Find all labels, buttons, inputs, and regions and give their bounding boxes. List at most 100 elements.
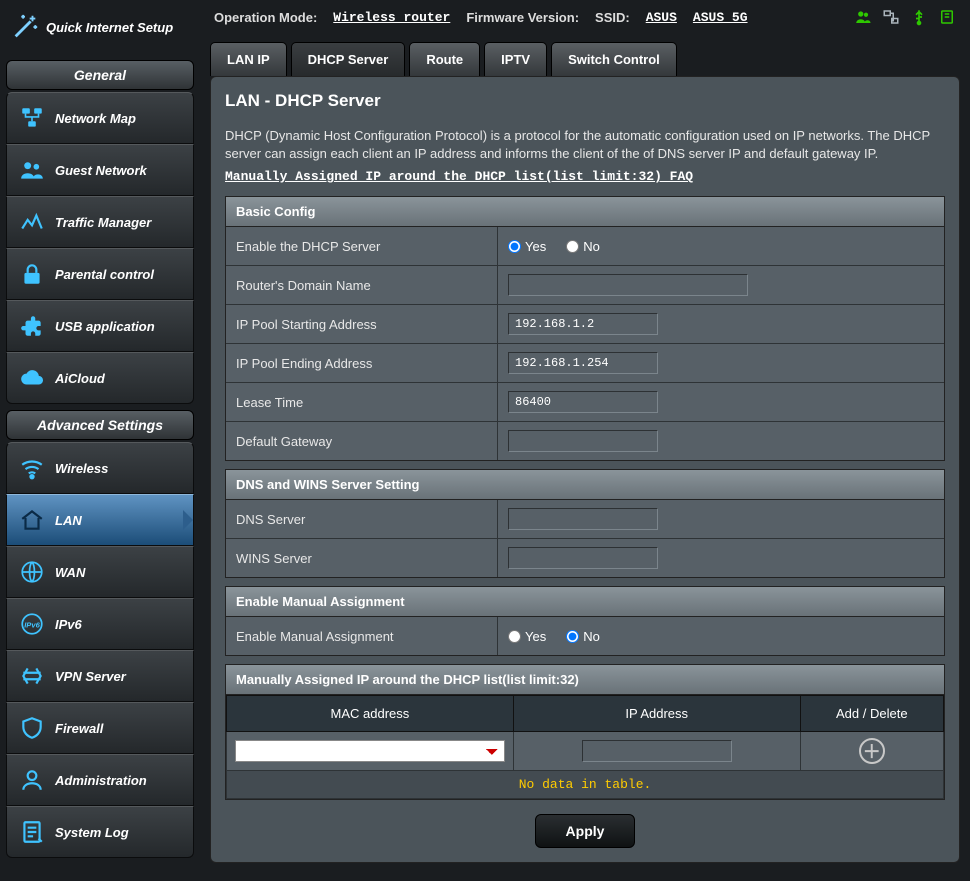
sidebar-item-lan[interactable]: LAN xyxy=(6,494,194,546)
tab-route[interactable]: Route xyxy=(409,42,480,76)
sidebar-item-guest-network[interactable]: Guest Network xyxy=(6,144,194,196)
sidebar-item-firewall[interactable]: Firewall xyxy=(6,702,194,754)
admin-icon xyxy=(19,767,45,793)
label-pool-end: IP Pool Ending Address xyxy=(226,344,498,382)
sidebar-section-general: General xyxy=(6,60,194,90)
sidebar-item-label: Network Map xyxy=(55,111,136,126)
network-map-icon xyxy=(19,105,45,131)
sidebar-item-system-log[interactable]: System Log xyxy=(6,806,194,858)
col-ip: IP Address xyxy=(513,696,800,732)
clients-icon[interactable] xyxy=(854,8,872,26)
cloud-icon xyxy=(19,365,45,391)
radio-enable-dhcp-yes[interactable] xyxy=(508,240,521,253)
section-basic-config: Basic Config Enable the DHCP Server Yes … xyxy=(225,196,945,461)
input-wins-server[interactable] xyxy=(508,547,658,569)
label-lease-time: Lease Time xyxy=(226,383,498,421)
sidebar-item-administration[interactable]: Administration xyxy=(6,754,194,806)
vpn-icon xyxy=(19,663,45,689)
sidebar-item-label: LAN xyxy=(55,513,82,528)
usb-icon[interactable] xyxy=(910,8,928,26)
radio-enable-dhcp-no[interactable] xyxy=(566,240,579,253)
label-enable-manual: Enable Manual Assignment xyxy=(226,617,498,655)
shield-icon xyxy=(19,715,45,741)
section-title-basic: Basic Config xyxy=(226,197,944,227)
ssid-label: SSID: xyxy=(595,10,630,25)
sidebar-item-label: IPv6 xyxy=(55,617,82,632)
ssid-24-value[interactable]: ASUS xyxy=(646,10,677,25)
opmode-label: Operation Mode: xyxy=(214,10,317,25)
sidebar-item-vpn-server[interactable]: VPN Server xyxy=(6,650,194,702)
sidebar-item-label: Administration xyxy=(55,773,147,788)
ipv6-icon: IPv6 xyxy=(19,611,45,637)
lock-icon xyxy=(19,261,45,287)
label-pool-start: IP Pool Starting Address xyxy=(226,305,498,343)
svg-text:IPv6: IPv6 xyxy=(24,620,40,629)
nat-icon[interactable] xyxy=(882,8,900,26)
add-entry-button[interactable]: ＋ xyxy=(859,738,885,764)
guest-network-icon xyxy=(19,157,45,183)
input-dns-server[interactable] xyxy=(508,508,658,530)
tab-iptv[interactable]: IPTV xyxy=(484,42,547,76)
opmode-value[interactable]: Wireless router xyxy=(333,10,450,25)
ssid-5g-value[interactable]: ASUS_5G xyxy=(693,10,748,25)
quick-setup-label: Quick Internet Setup xyxy=(46,20,173,35)
page-description: DHCP (Dynamic Host Configuration Protoco… xyxy=(225,127,945,163)
input-pool-start[interactable] xyxy=(508,313,658,335)
sidebar-item-aicloud[interactable]: AiCloud xyxy=(6,352,194,404)
sidebar-item-label: System Log xyxy=(55,825,129,840)
device-icon[interactable] xyxy=(938,8,956,26)
sidebar-item-label: Traffic Manager xyxy=(55,215,151,230)
apply-button[interactable]: Apply xyxy=(535,814,636,848)
home-icon xyxy=(19,507,45,533)
faq-link[interactable]: Manually Assigned IP around the DHCP lis… xyxy=(225,169,693,184)
input-pool-end[interactable] xyxy=(508,352,658,374)
top-info-bar: Operation Mode: Wireless router Firmware… xyxy=(200,0,970,34)
wifi-icon xyxy=(19,455,45,481)
section-title-manual: Enable Manual Assignment xyxy=(226,587,944,617)
label-wins-server: WINS Server xyxy=(226,539,498,577)
table-empty-message: No data in table. xyxy=(227,771,944,799)
radio-enable-manual-yes[interactable] xyxy=(508,630,521,643)
section-title-dnswins: DNS and WINS Server Setting xyxy=(226,470,944,500)
tab-lan-ip[interactable]: LAN IP xyxy=(210,42,287,76)
input-ip-address[interactable] xyxy=(582,740,732,762)
wand-icon xyxy=(10,12,40,42)
input-lease-time[interactable] xyxy=(508,391,658,413)
content-panel: LAN - DHCP Server DHCP (Dynamic Host Con… xyxy=(210,76,960,863)
sidebar-item-label: USB application xyxy=(55,319,155,334)
sidebar-item-wan[interactable]: WAN xyxy=(6,546,194,598)
section-dns-wins: DNS and WINS Server Setting DNS Server W… xyxy=(225,469,945,578)
section-assign-table: Manually Assigned IP around the DHCP lis… xyxy=(225,664,945,800)
select-mac-address[interactable] xyxy=(235,740,505,762)
quick-internet-setup[interactable]: Quick Internet Setup xyxy=(0,0,200,54)
puzzle-icon xyxy=(19,313,45,339)
globe-icon xyxy=(19,559,45,585)
radio-enable-manual-no[interactable] xyxy=(566,630,579,643)
sidebar-item-label: Firewall xyxy=(55,721,103,736)
sidebar-item-label: VPN Server xyxy=(55,669,126,684)
sidebar-item-label: Parental control xyxy=(55,267,154,282)
input-default-gateway[interactable] xyxy=(508,430,658,452)
sidebar-item-usb-application[interactable]: USB application xyxy=(6,300,194,352)
sidebar-item-wireless[interactable]: Wireless xyxy=(6,442,194,494)
section-manual-enable: Enable Manual Assignment Enable Manual A… xyxy=(225,586,945,656)
sidebar-section-advanced: Advanced Settings xyxy=(6,410,194,440)
tab-dhcp-server[interactable]: DHCP Server xyxy=(291,42,406,76)
sidebar-item-parental-control[interactable]: Parental control xyxy=(6,248,194,300)
input-domain-name[interactable] xyxy=(508,274,748,296)
sidebar-item-network-map[interactable]: Network Map xyxy=(6,92,194,144)
log-icon xyxy=(19,819,45,845)
sidebar-item-traffic-manager[interactable]: Traffic Manager xyxy=(6,196,194,248)
traffic-icon xyxy=(19,209,45,235)
sidebar-item-label: Wireless xyxy=(55,461,108,476)
section-title-assign: Manually Assigned IP around the DHCP lis… xyxy=(226,665,944,695)
fwver-label: Firmware Version: xyxy=(466,10,579,25)
tab-bar: LAN IP DHCP Server Route IPTV Switch Con… xyxy=(200,34,970,76)
sidebar-item-label: Guest Network xyxy=(55,163,147,178)
label-domain-name: Router's Domain Name xyxy=(226,266,498,304)
tab-switch-control[interactable]: Switch Control xyxy=(551,42,677,76)
col-mac: MAC address xyxy=(227,696,514,732)
label-default-gateway: Default Gateway xyxy=(226,422,498,460)
col-action: Add / Delete xyxy=(800,696,943,732)
sidebar-item-ipv6[interactable]: IPv6 IPv6 xyxy=(6,598,194,650)
